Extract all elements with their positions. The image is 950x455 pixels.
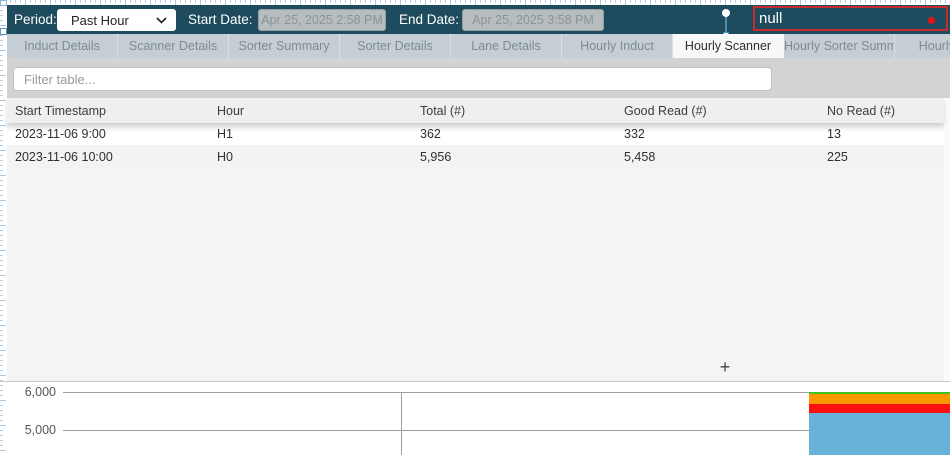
- table-scrollbar-track[interactable]: [944, 98, 950, 381]
- table-bottom-divider: [0, 381, 950, 382]
- column-header-total-[interactable]: Total (#): [420, 104, 624, 118]
- selection-handle[interactable]: [722, 7, 730, 36]
- tab-hourly-sort[interactable]: Hourly Sort: [895, 34, 950, 58]
- table-cell: 2023-11-06 10:00: [15, 150, 217, 164]
- toolbar: Period: Past Hour Start Date: Apr 25, 20…: [7, 5, 950, 34]
- bar-segment-orange-segment: [809, 394, 950, 404]
- table-cell: 5,458: [624, 150, 827, 164]
- tab-hourly-sorter-summar[interactable]: Hourly Sorter Summar: [784, 34, 895, 58]
- hourly-scanner-chart: 6,000 5,000: [6, 383, 950, 455]
- table-cell: 332: [624, 127, 827, 141]
- vertical-gridline: [401, 392, 402, 455]
- column-header-start-timestamp[interactable]: Start Timestamp: [15, 104, 217, 118]
- filter-table-input[interactable]: [13, 67, 772, 91]
- y-axis-tick-6000: 6,000: [6, 385, 56, 399]
- bar-segment-good-read: [809, 413, 950, 455]
- ruler-corner-box: [0, 0, 7, 6]
- table-cell: 5,956: [420, 150, 624, 164]
- table-cell: 13: [827, 127, 944, 141]
- null-text: null: [759, 10, 782, 27]
- selected-null-element[interactable]: null: [753, 6, 948, 31]
- filter-band: [7, 58, 950, 98]
- stacked-bar[interactable]: [809, 392, 950, 455]
- tab-sorter-summary[interactable]: Sorter Summary: [229, 34, 340, 58]
- tab-hourly-scanner[interactable]: Hourly Scanner: [673, 34, 784, 58]
- tab-bar: Induct DetailsScanner DetailsSorter Summ…: [7, 34, 950, 58]
- table-cell: 225: [827, 150, 944, 164]
- column-header-hour[interactable]: Hour: [217, 104, 420, 118]
- table-cell: H0: [217, 150, 420, 164]
- add-button[interactable]: +: [712, 355, 738, 379]
- start-date-label: Start Date:: [188, 5, 253, 34]
- tab-hourly-induct[interactable]: Hourly Induct: [562, 34, 673, 58]
- column-header-good-read-[interactable]: Good Read (#): [624, 104, 827, 118]
- column-header-no-read-[interactable]: No Read (#): [827, 104, 944, 118]
- table-cell: 362: [420, 127, 624, 141]
- period-label: Period:: [14, 5, 57, 34]
- tab-induct-details[interactable]: Induct Details: [7, 34, 118, 58]
- red-dot-icon: [928, 17, 935, 24]
- start-date-field[interactable]: Apr 25, 2025 2:58 PM: [258, 9, 386, 31]
- period-dropdown[interactable]: Past Hour: [57, 9, 176, 31]
- guide-handle[interactable]: [0, 28, 7, 35]
- end-date-field[interactable]: Apr 25, 2025 3:58 PM: [462, 9, 604, 31]
- period-dropdown-value: Past Hour: [58, 13, 156, 28]
- end-date-label: End Date:: [399, 5, 459, 34]
- table-cell: 2023-11-06 9:00: [15, 127, 217, 141]
- y-axis-tick-5000: 5,000: [6, 423, 56, 437]
- table-header: Start TimestampHourTotal (#)Good Read (#…: [7, 98, 944, 123]
- tab-sorter-details[interactable]: Sorter Details: [340, 34, 451, 58]
- bar-segment-no-read: [809, 404, 950, 413]
- table-row[interactable]: 2023-11-06 10:00H05,9565,458225: [7, 145, 944, 168]
- table-empty-area: [7, 168, 944, 381]
- chevron-down-icon: [156, 17, 167, 24]
- selection-handle-knob[interactable]: [722, 9, 730, 17]
- table-cell: H1: [217, 127, 420, 141]
- tab-scanner-details[interactable]: Scanner Details: [118, 34, 229, 58]
- tab-lane-details[interactable]: Lane Details: [451, 34, 562, 58]
- table-row[interactable]: 2023-11-06 9:00H136233213: [7, 123, 944, 145]
